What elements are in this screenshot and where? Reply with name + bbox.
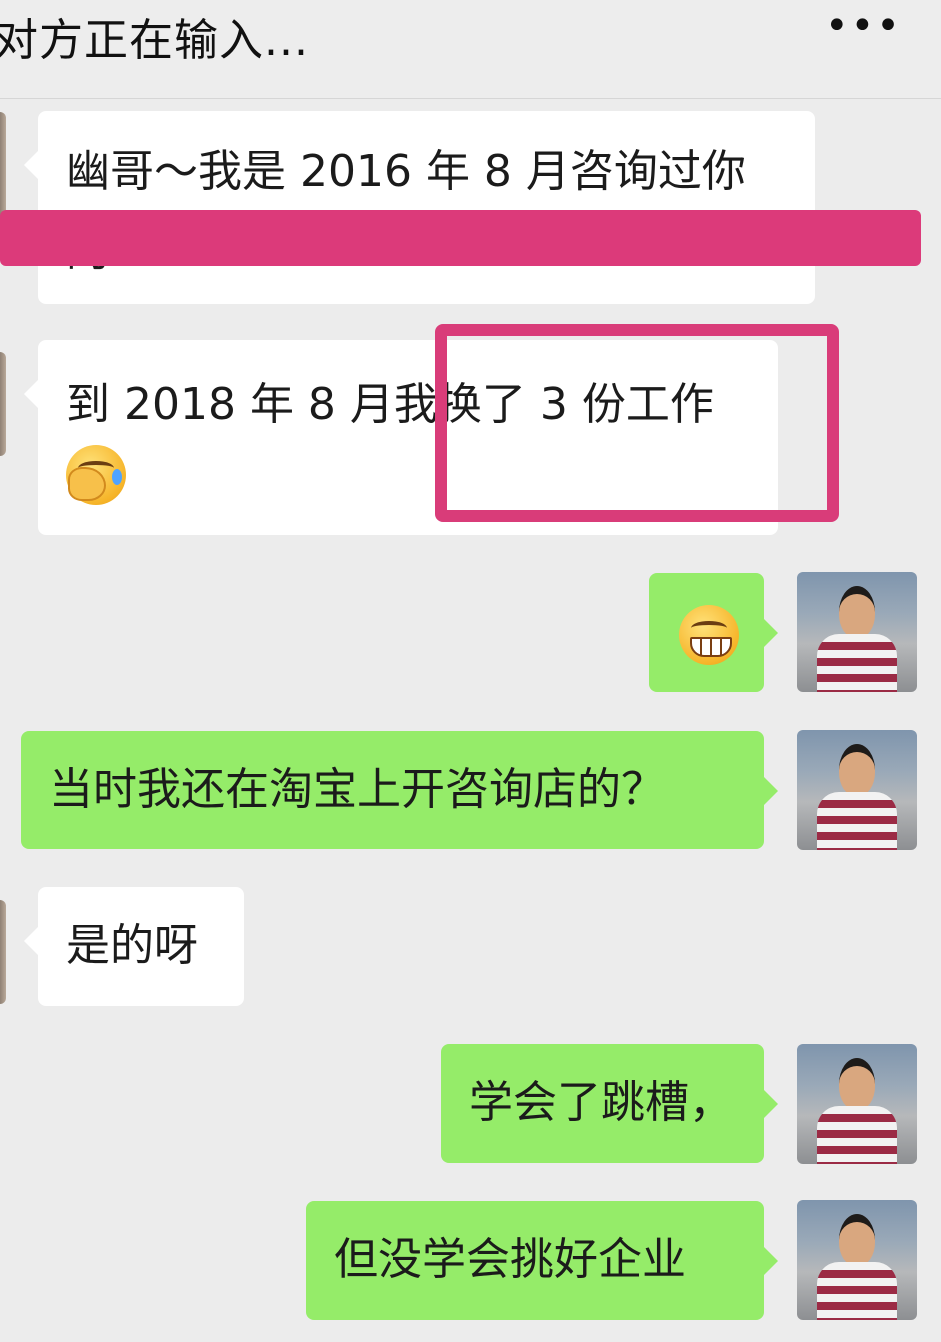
message-bubble-outgoing[interactable]: 当时我还在淘宝上开咨询店的？ [21,731,778,849]
message-bubble-outgoing[interactable] [649,573,778,692]
message-text: 但没学会挑好企业 [334,1234,686,1285]
avatar[interactable] [797,1200,917,1320]
grin-emoji-icon [679,605,739,665]
more-dots-icon[interactable]: ••• [825,6,900,50]
message-bubble-outgoing[interactable]: 学会了跳槽， [441,1044,778,1163]
chat-header: 对方正在输入... ••• [0,0,941,99]
annotation-highlight-box [435,324,839,522]
facepalm-emoji-icon [66,445,126,505]
message-bubble-outgoing[interactable]: 但没学会挑好企业 [306,1201,778,1320]
peer-avatar[interactable] [0,112,6,216]
message-text: 是的呀 [66,920,198,971]
peer-avatar[interactable] [0,352,6,456]
message-text: 幽哥～我是 2016 年 8 月咨询过你 [66,146,746,197]
annotation-strike-bar [0,210,921,266]
peer-avatar[interactable] [0,900,6,1004]
message-bubble-incoming[interactable]: 是的呀 [24,887,244,1006]
avatar[interactable] [797,1044,917,1164]
avatar[interactable] [797,730,917,850]
typing-status-title: 对方正在输入... [0,15,309,66]
message-bubble-incoming[interactable]: 幽哥～我是 2016 年 8 月咨询过你 的 [24,111,815,304]
message-text: 学会了跳槽， [469,1077,733,1128]
message-text: 当时我还在淘宝上开咨询店的？ [49,764,665,815]
avatar[interactable] [797,572,917,692]
